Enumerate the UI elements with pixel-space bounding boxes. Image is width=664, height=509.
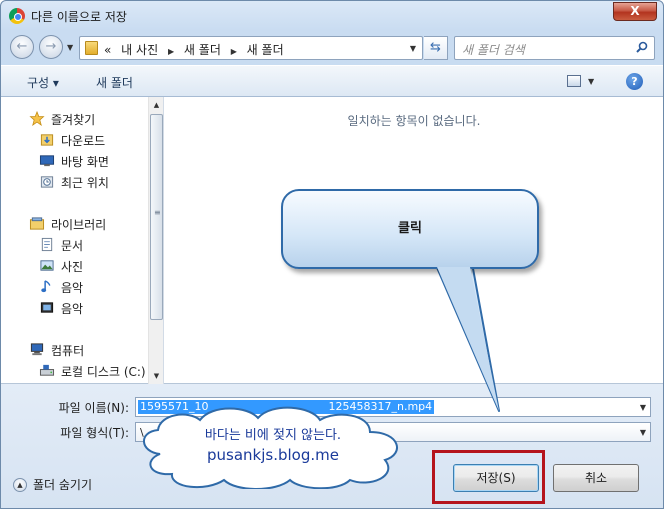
breadcrumb-item[interactable]: 새 폴더 [247, 43, 284, 57]
recent-places-icon [40, 176, 54, 188]
star-icon [29, 111, 45, 126]
hard-drive-icon [39, 364, 55, 376]
breadcrumb-overflow[interactable]: « [104, 43, 111, 57]
nav-scrollbar[interactable]: ▲ ≡ ▼ [148, 97, 163, 384]
desktop-icon [39, 155, 55, 167]
folder-icon [85, 41, 98, 55]
downloads-folder-icon [40, 134, 54, 146]
scroll-thumb[interactable]: ≡ [150, 114, 163, 320]
breadcrumb: « 내 사진 ▶ 새 폴더 ▶ 새 폴더 [104, 41, 290, 58]
recent-pages-dropdown-icon[interactable]: ▼ [67, 43, 73, 52]
computer-icon [30, 343, 44, 356]
breadcrumb-item[interactable]: 내 사진 [121, 43, 158, 57]
chevron-right-icon[interactable]: ▶ [168, 47, 174, 56]
library-icon [29, 217, 45, 230]
filename-dropdown-icon[interactable]: ▼ [640, 403, 646, 412]
nav-label: 다운로드 [61, 134, 106, 148]
command-bar: 구성 ▾ 새 폴더 ▼ ? [1, 65, 663, 97]
nav-label: 음악 [61, 281, 84, 295]
nav-label: 컴퓨터 [51, 344, 85, 358]
close-button[interactable]: X [613, 2, 657, 21]
address-dropdown-icon[interactable]: ▼ [410, 44, 416, 53]
highlight-box [432, 450, 545, 504]
filename-label: 파일 이름(N): [58, 401, 129, 415]
hide-folders-label: 폴더 숨기기 [33, 478, 93, 492]
address-row: ← → ▼ « 내 사진 ▶ 새 폴더 ▶ 새 폴더 ▼ ⇆ 새 폴더 검색 [1, 31, 663, 65]
organize-button[interactable]: 구성 ▾ [27, 74, 59, 91]
new-folder-button[interactable]: 새 폴더 [96, 74, 133, 91]
music-icon [41, 280, 51, 293]
chrome-icon [9, 8, 25, 24]
search-input[interactable]: 새 폴더 검색 [454, 36, 655, 60]
hide-folders-toggle[interactable]: ▲ 폴더 숨기기 [13, 476, 92, 493]
address-bar[interactable]: « 내 사진 ▶ 새 폴더 ▶ 새 폴더 ▼ [79, 36, 423, 60]
search-icon [636, 41, 648, 53]
nav-label: 라이브러리 [51, 218, 107, 232]
nav-label: 로컬 디스크 (C:) [61, 365, 146, 379]
refresh-button[interactable]: ⇆ [424, 36, 448, 60]
nav-label: 음악 [61, 302, 84, 316]
click-callout: 클릭 [275, 185, 550, 420]
scroll-down-icon[interactable]: ▼ [149, 368, 163, 384]
help-icon[interactable]: ? [626, 73, 643, 90]
cancel-button[interactable]: 취소 [553, 464, 639, 492]
nav-label: 바탕 화면 [61, 155, 109, 169]
filetype-dropdown-icon[interactable]: ▼ [640, 428, 646, 437]
empty-message: 일치하는 항목이 없습니다. [347, 114, 481, 128]
back-button[interactable]: ← [10, 35, 34, 59]
chevron-right-icon[interactable]: ▶ [231, 47, 237, 56]
nav-label: 문서 [61, 239, 84, 253]
picture-icon [40, 260, 54, 271]
cloud-blog-url: pusankjs.blog.me [207, 446, 339, 464]
document-icon [41, 237, 53, 252]
scroll-up-icon[interactable]: ▲ [149, 97, 163, 113]
cloud-caption: 바다는 비에 젖지 않는다. [204, 428, 342, 443]
nav-label: 최근 위치 [61, 176, 109, 190]
nav-label: 사진 [61, 260, 84, 274]
view-icon[interactable] [567, 75, 581, 87]
search-placeholder: 새 폴더 검색 [462, 43, 525, 57]
forward-button[interactable]: → [39, 35, 63, 59]
nav-label: 즐겨찾기 [51, 113, 96, 127]
grip-icon: ≡ [154, 208, 161, 217]
chevron-up-icon: ▲ [13, 477, 27, 492]
breadcrumb-item[interactable]: 새 폴더 [184, 43, 221, 57]
view-dropdown-icon[interactable]: ▼ [588, 77, 594, 86]
callout-text: 클릭 [398, 221, 422, 236]
title-bar[interactable]: 다른 이름으로 저장 X [1, 1, 663, 31]
window-title: 다른 이름으로 저장 [31, 10, 127, 24]
video-icon [40, 302, 54, 313]
filetype-label: 파일 형식(T): [60, 426, 129, 440]
navigation-pane: 즐겨찾기 다운로드 바탕 화면 최근 위치 라이브러리 문서 사진 음악 음악 … [1, 97, 164, 384]
